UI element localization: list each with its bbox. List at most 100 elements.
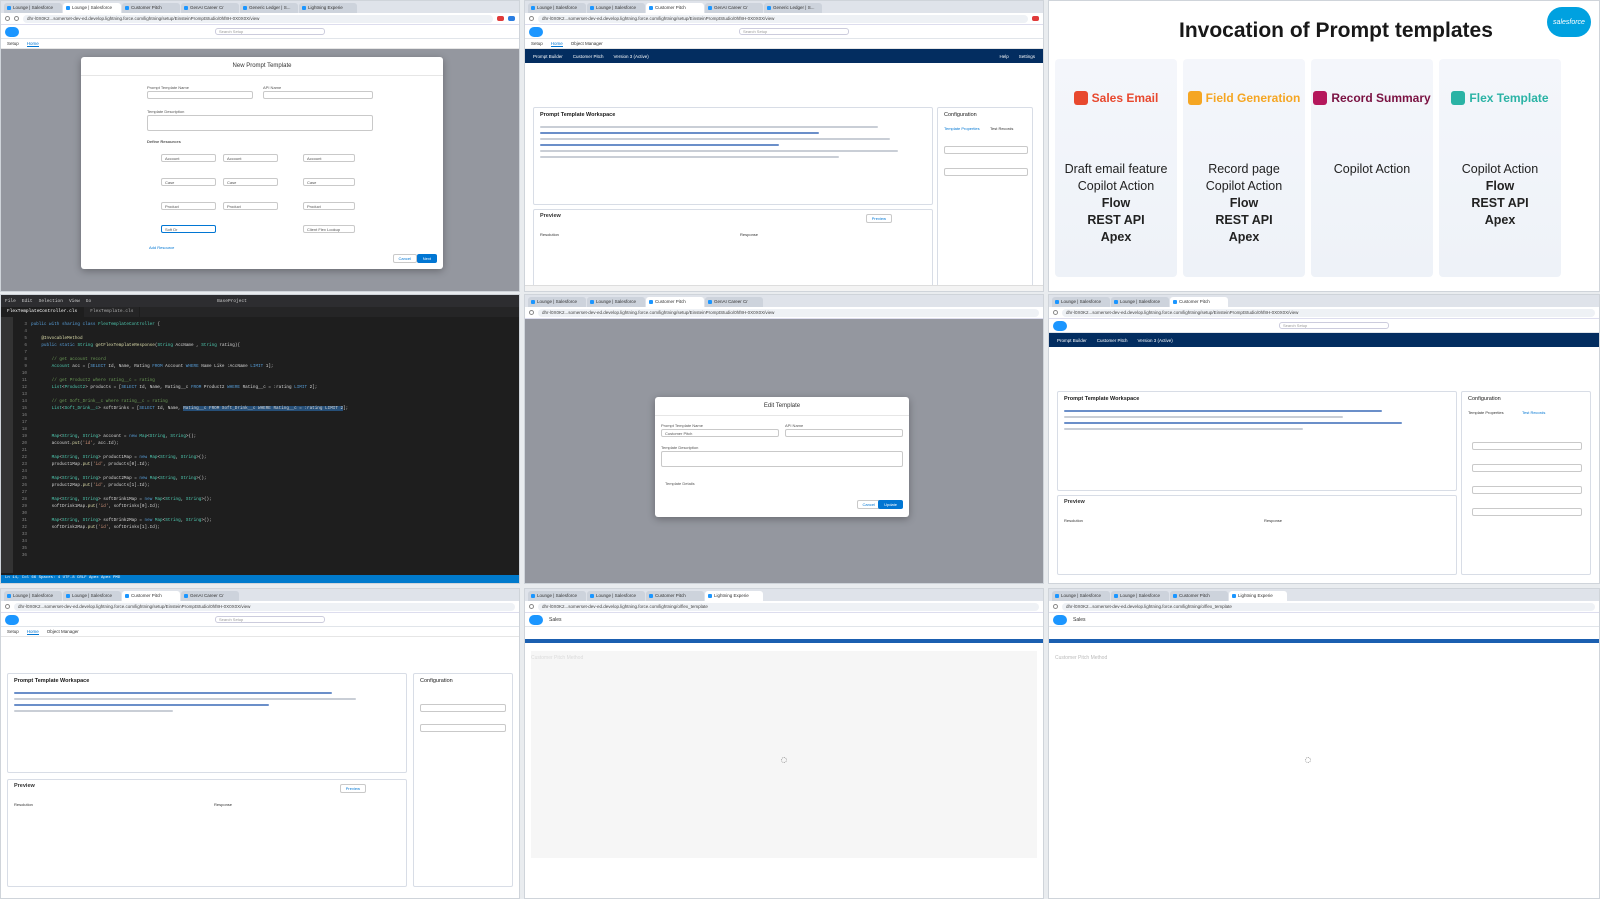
menu-view[interactable]: View bbox=[69, 299, 80, 304]
back-icon[interactable] bbox=[5, 16, 10, 21]
resource-select[interactable] bbox=[944, 168, 1028, 176]
back-icon[interactable] bbox=[529, 16, 534, 21]
settings-link[interactable]: Settings bbox=[1019, 54, 1035, 59]
help-link[interactable]: Help bbox=[999, 54, 1008, 59]
url-field[interactable]: dhr-l0X0K2...somerset-dev-ed.develop.lig… bbox=[538, 602, 1039, 611]
nav-setup[interactable]: Setup bbox=[531, 41, 543, 46]
update-button[interactable]: Update bbox=[878, 500, 903, 509]
nav-setup[interactable]: Setup bbox=[7, 41, 19, 46]
activity-bar[interactable] bbox=[1, 317, 13, 573]
search-input[interactable]: Search Setup bbox=[739, 28, 849, 35]
back-icon[interactable] bbox=[529, 310, 534, 315]
browser-tab[interactable]: Lounge | Salesforce bbox=[63, 591, 121, 601]
preview-button[interactable]: Preview bbox=[339, 784, 366, 793]
resource-object-lookup[interactable]: Client Flex Lookup bbox=[303, 225, 355, 233]
back-icon[interactable] bbox=[529, 604, 534, 609]
browser-tab[interactable]: Lounge | Salesforce bbox=[4, 3, 62, 13]
editor-tab[interactable]: FlexTemplateController.cls bbox=[1, 307, 85, 317]
template-details-toggle[interactable]: Template Details bbox=[665, 481, 695, 486]
code-editor[interactable]: public with sharing class FlexTemplateCo… bbox=[31, 321, 348, 531]
extension-icon[interactable] bbox=[497, 16, 504, 21]
browser-tab[interactable]: Customer Pitch bbox=[122, 3, 180, 13]
browser-tab[interactable]: GenAI Career Cr bbox=[705, 297, 763, 307]
browser-tab[interactable]: Lounge | Salesforce bbox=[528, 3, 586, 13]
url-field[interactable]: dhr-l0X0K2...somerset-dev-ed.develop.lig… bbox=[538, 14, 1028, 23]
resource-name-input[interactable]: Product bbox=[161, 202, 216, 210]
nav-setup[interactable]: Setup bbox=[7, 629, 19, 634]
test-record-input[interactable] bbox=[1472, 464, 1582, 472]
browser-tab[interactable]: Lounge | Salesforce bbox=[4, 591, 62, 601]
template-name-input[interactable]: Customer Pitch bbox=[661, 429, 779, 437]
browser-tab[interactable]: Lounge | Salesforce bbox=[63, 3, 121, 13]
browser-tab[interactable]: Lounge | Salesforce bbox=[1052, 297, 1110, 307]
browser-tab[interactable]: Lounge | Salesforce bbox=[528, 297, 586, 307]
browser-tab[interactable]: Customer Pitch bbox=[122, 591, 180, 601]
extension-icon[interactable] bbox=[508, 16, 515, 21]
browser-tab[interactable]: Lounge | Salesforce bbox=[528, 591, 586, 601]
template-description-input[interactable] bbox=[661, 451, 903, 467]
back-icon[interactable] bbox=[1053, 310, 1058, 315]
browser-tab[interactable]: Lightning Experie bbox=[705, 591, 763, 601]
browser-tab[interactable]: Customer Pitch bbox=[646, 3, 704, 13]
menu-file[interactable]: File bbox=[5, 299, 16, 304]
search-input[interactable]: Search Setup bbox=[215, 616, 325, 623]
url-field[interactable]: dhr-l0X0K2...somerset-dev-ed.develop.lig… bbox=[1062, 602, 1595, 611]
resource-api-input[interactable]: Product bbox=[223, 202, 278, 210]
resource-api-input[interactable]: Case bbox=[223, 178, 278, 186]
browser-tab[interactable]: Lightning Experie bbox=[1229, 591, 1287, 601]
browser-tab[interactable]: Customer Pitch bbox=[646, 591, 704, 601]
search-input[interactable]: Search Setup bbox=[1279, 322, 1389, 329]
cancel-button[interactable]: Cancel bbox=[392, 254, 417, 263]
browser-tab[interactable]: Lounge | Salesforce bbox=[587, 297, 645, 307]
tab-test-records[interactable]: Test Records bbox=[1522, 410, 1545, 415]
resource-object-lookup[interactable]: Product bbox=[303, 202, 355, 210]
resource-name-input[interactable]: Soft Dr bbox=[161, 225, 216, 233]
browser-tab[interactable]: Customer Pitch bbox=[646, 297, 704, 307]
browser-tab[interactable]: GenAI Career Cr bbox=[705, 3, 763, 13]
extension-icon[interactable] bbox=[1032, 16, 1039, 21]
browser-tab[interactable]: GenAI Career Cr bbox=[181, 591, 239, 601]
menu-go[interactable]: Go bbox=[86, 299, 91, 304]
nav-object-manager[interactable]: Object Manager bbox=[47, 629, 79, 634]
nav-home[interactable]: Home bbox=[26, 41, 39, 47]
browser-tab[interactable]: Lounge | Salesforce bbox=[1111, 591, 1169, 601]
version-select[interactable]: Version 3 (Active) bbox=[614, 54, 649, 59]
url-field[interactable]: dhr-l0X0K2...somerset-dev-ed.develop.lig… bbox=[23, 14, 493, 23]
template-name-input[interactable] bbox=[147, 91, 253, 99]
editor-tab[interactable]: FlexTemplate.cls bbox=[84, 307, 141, 317]
next-button[interactable]: Next bbox=[416, 254, 437, 263]
api-name-input[interactable] bbox=[785, 429, 903, 437]
browser-tab[interactable]: Customer Pitch bbox=[1170, 297, 1228, 307]
browser-tab[interactable]: Lightning Experie bbox=[299, 3, 357, 13]
resource-api-input[interactable]: Account bbox=[223, 154, 278, 162]
browser-tab[interactable]: Lounge | Salesforce bbox=[587, 3, 645, 13]
browser-tab[interactable]: Generic Ledger | S... bbox=[240, 3, 298, 13]
url-field[interactable]: dhr-l0X0K2...somerset-dev-ed.develop.lig… bbox=[14, 602, 515, 611]
back-icon[interactable] bbox=[5, 604, 10, 609]
search-input[interactable]: Search Setup bbox=[215, 28, 325, 35]
resource-name-input[interactable]: Case bbox=[161, 178, 216, 186]
preview-button[interactable]: Preview bbox=[865, 214, 892, 223]
api-name-input[interactable] bbox=[263, 91, 373, 99]
model-select[interactable] bbox=[420, 704, 506, 712]
browser-tab[interactable]: Lounge | Salesforce bbox=[1052, 591, 1110, 601]
test-record-input[interactable] bbox=[1472, 442, 1582, 450]
url-field[interactable]: dhr-l0X0K2...somerset-dev-ed.develop.lig… bbox=[538, 308, 1039, 317]
browser-tab[interactable]: GenAI Career Cr bbox=[181, 3, 239, 13]
resource-name-input[interactable]: Account bbox=[161, 154, 216, 162]
browser-tab[interactable]: Lounge | Salesforce bbox=[587, 591, 645, 601]
resource-object-lookup[interactable]: Case bbox=[303, 178, 355, 186]
template-description-input[interactable] bbox=[147, 115, 373, 131]
back-icon[interactable] bbox=[1053, 604, 1058, 609]
nav-object-manager[interactable]: Object Manager bbox=[571, 41, 603, 46]
browser-tab[interactable]: Customer Pitch bbox=[1170, 591, 1228, 601]
tab-test-records[interactable]: Test Records bbox=[990, 126, 1013, 131]
test-record-input[interactable] bbox=[1472, 508, 1582, 516]
test-record-input[interactable] bbox=[1472, 486, 1582, 494]
browser-tab[interactable]: Lounge | Salesforce bbox=[1111, 297, 1169, 307]
url-field[interactable]: dhr-l0X0K2...somerset-dev-ed.develop.lig… bbox=[1062, 308, 1595, 317]
add-resource-link[interactable]: Add Resource bbox=[149, 245, 174, 250]
nav-home[interactable]: Home bbox=[550, 41, 563, 47]
browser-tab[interactable]: Generic Ledger | S... bbox=[764, 3, 822, 13]
tab-template-properties[interactable]: Template Properties bbox=[1468, 410, 1504, 415]
